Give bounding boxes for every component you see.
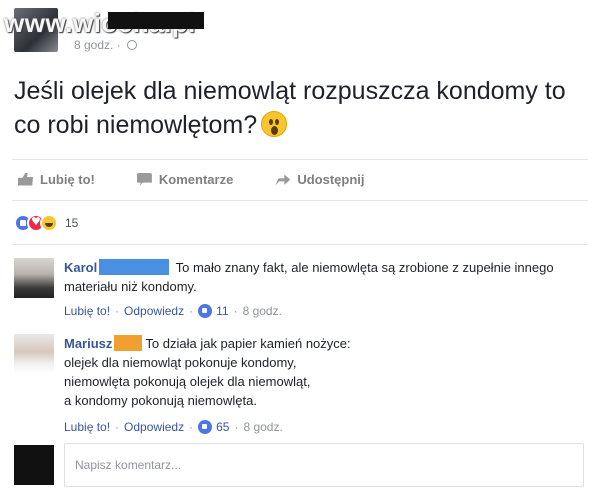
post-actions: Lubię to! Komentarze Udostępnij <box>12 164 588 194</box>
comment-like-link[interactable]: Lubię to! <box>64 420 110 434</box>
comment-label: Komentarze <box>158 171 234 187</box>
comment-text: To działa jak papier kamień nożyce: <box>145 336 351 351</box>
comment-time[interactable]: 8 godz. <box>243 304 282 318</box>
comment-line: olejek dla niemowląt pokonuje kondomy, <box>64 355 297 370</box>
commenter-name[interactable]: Mariusz <box>64 336 112 351</box>
current-user-avatar <box>14 445 54 485</box>
comment-like-link[interactable]: Lubię to! <box>64 304 110 318</box>
comment-like-count[interactable]: 11 <box>216 304 228 318</box>
surname-redacted <box>99 259 170 275</box>
comment-reply-link[interactable]: Odpowiedz <box>124 304 184 318</box>
commenter-name[interactable]: Karol <box>64 260 97 275</box>
haha-reaction-icon <box>40 214 58 232</box>
comment-like-count[interactable]: 65 <box>216 420 229 434</box>
comment-time[interactable]: 8 godz. <box>243 420 282 434</box>
like-reaction-icon <box>198 420 213 434</box>
comment-reply-link[interactable]: Odpowiedz <box>124 420 184 434</box>
globe-icon <box>126 40 137 50</box>
comment-meta: Lubię to! · Odpowiedz · 65 · 8 godz. <box>64 420 283 434</box>
comment-line: Mariusz To działa jak papier kamień nożyc… <box>64 334 584 353</box>
comment-line: niemowlęta pokonują olejek dla niemowląt… <box>64 374 311 389</box>
commenter-avatar[interactable] <box>14 258 54 298</box>
commenter-avatar[interactable] <box>14 334 54 374</box>
post-header: www.wiocha.pl 8 godz. · <box>0 0 600 62</box>
divider <box>12 200 588 201</box>
like-button[interactable]: Lubię to! <box>18 172 95 187</box>
comment-icon <box>136 172 152 186</box>
thumbs-up-icon <box>18 172 33 186</box>
share-button[interactable]: Udostępnij <box>275 172 364 187</box>
comment-meta: Lubię to! · Odpowiedz · 11 · 8 godz. <box>64 304 282 318</box>
share-label: Udostępnij <box>297 171 365 187</box>
share-arrow-icon <box>275 174 291 186</box>
surname-redacted <box>114 335 143 351</box>
post-meta: 8 godz. · <box>74 38 137 52</box>
like-label: Lubię to! <box>40 171 95 187</box>
comment-body: Karol To mało znany fakt, ale niemowlęta… <box>64 258 584 296</box>
reaction-count: 15 <box>65 216 79 230</box>
author-name-redacted <box>108 12 204 29</box>
reactions-summary[interactable]: 15 <box>14 213 78 233</box>
comment-body: Mariusz To działa jak papier kamień nożyc… <box>64 334 584 410</box>
comment-line: a kondomy pokonują niemowlęta. <box>64 393 257 408</box>
post-text: Jeśli olejek dla niemowląt rozpuszcza ko… <box>14 74 584 142</box>
wow-emoji-icon <box>261 111 288 137</box>
post-time[interactable]: 8 godz. · <box>74 38 121 52</box>
post-text-content: Jeśli olejek dla niemowląt rozpuszcza ko… <box>14 77 566 139</box>
comment-button[interactable]: Komentarze <box>136 171 234 187</box>
divider <box>12 159 588 160</box>
like-reaction-icon <box>198 304 213 318</box>
comment-input[interactable]: Napisz komentarz... <box>64 443 584 487</box>
divider <box>12 244 588 245</box>
